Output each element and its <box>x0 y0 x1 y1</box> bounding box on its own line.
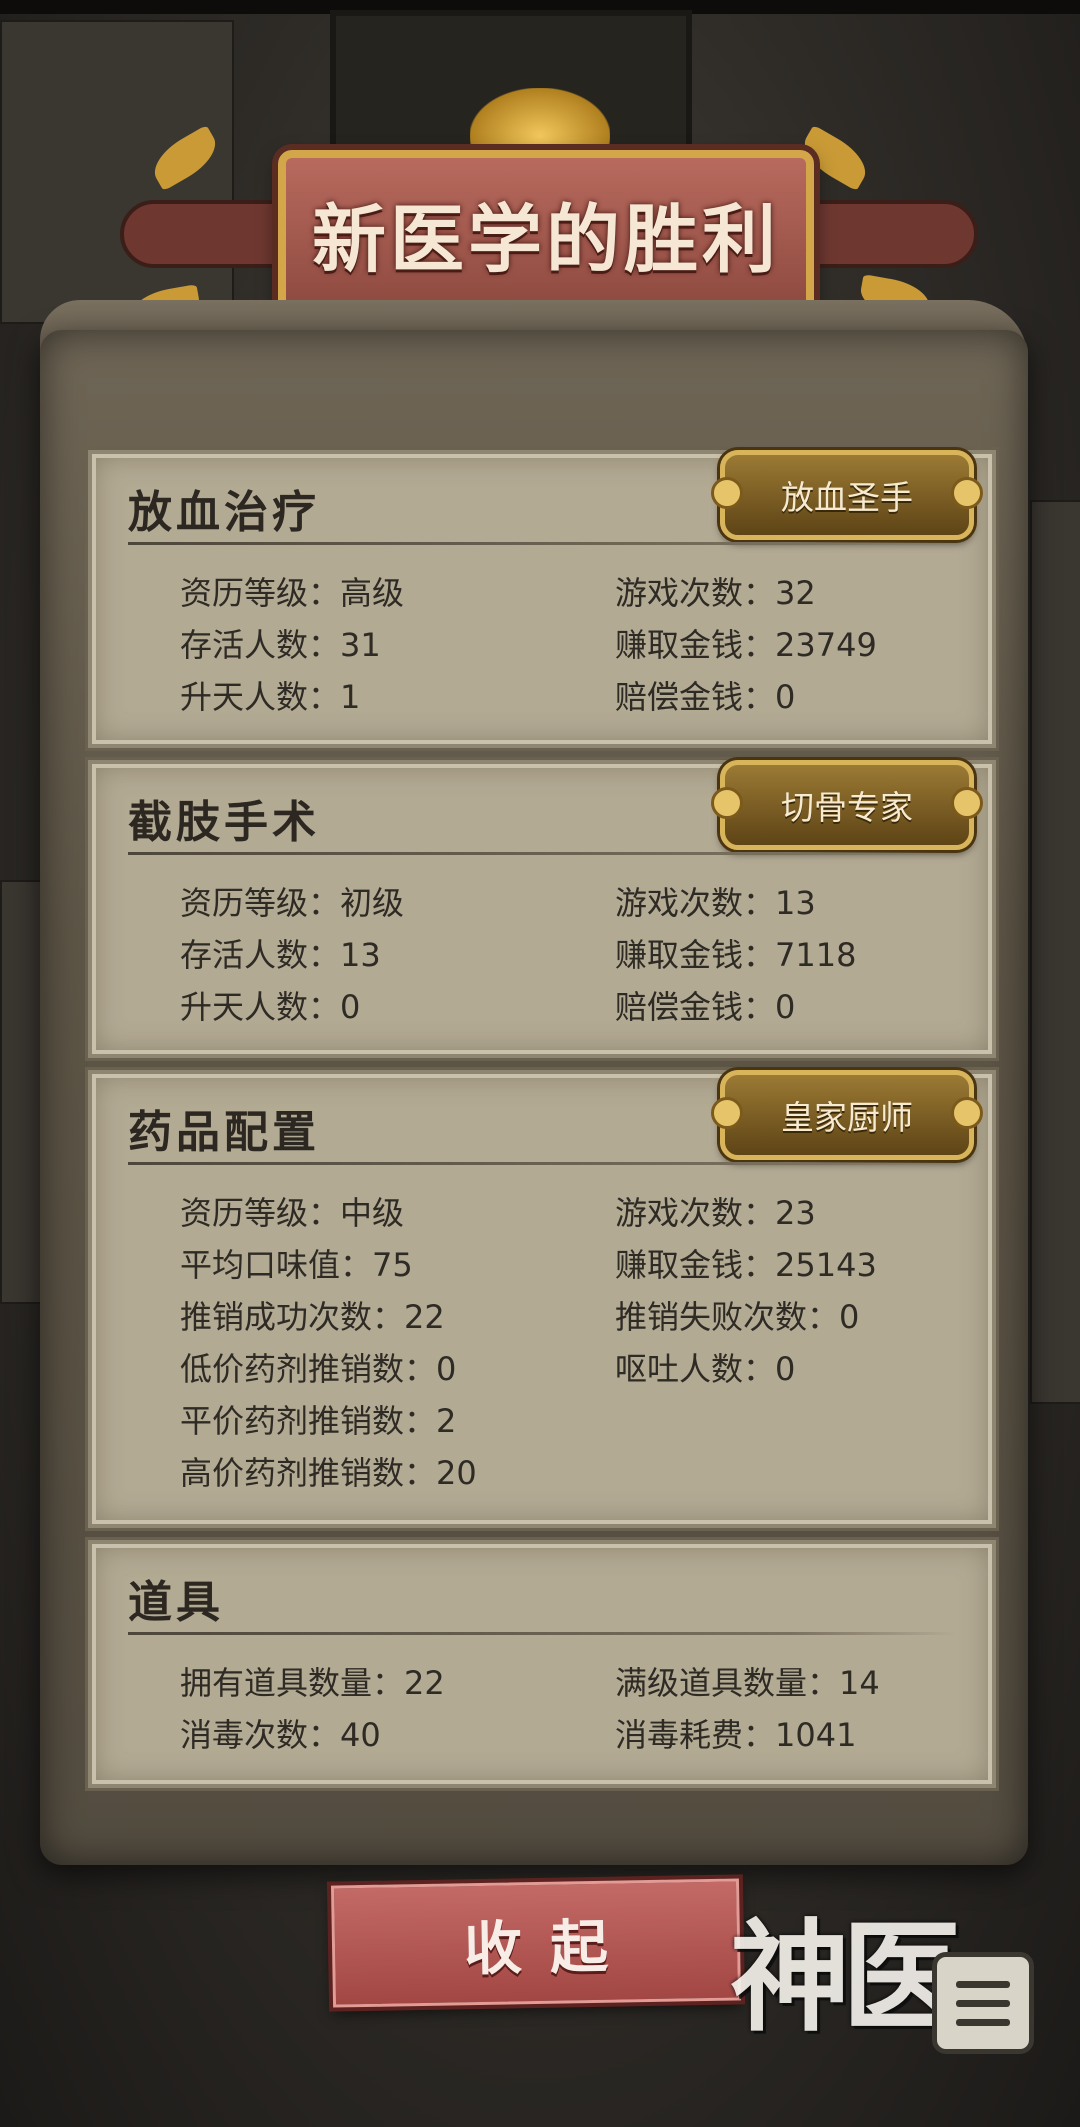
stat-item: 赚取金钱：25143 <box>615 1246 877 1284</box>
collapse-label: 收起 <box>463 1912 637 1984</box>
collapse-button[interactable]: 收起 <box>330 1878 742 2008</box>
stat-item: 推销成功次数：22 <box>180 1298 445 1336</box>
section-amputation: 截肢手术 切骨专家 资历等级：初级 存活人数：13 升天人数：0 游戏次数：13… <box>88 760 996 1058</box>
stat-item: 消毒耗费：1041 <box>615 1716 857 1754</box>
stat-item: 游戏次数：23 <box>615 1194 816 1232</box>
stat-item: 满级道具数量：14 <box>615 1664 880 1702</box>
stat-item: 资历等级：高级 <box>180 574 405 612</box>
stat-item: 平均口味值：75 <box>180 1246 413 1284</box>
section-items: 道具 拥有道具数量：22 消毒次数：40 满级道具数量：14 消毒耗费：1041 <box>88 1540 996 1788</box>
stat-item: 升天人数：1 <box>180 678 361 716</box>
crown-crest-icon <box>470 88 610 148</box>
page-title: 新医学的胜利 <box>312 196 780 283</box>
title-banner: 新医学的胜利 <box>278 150 814 316</box>
section-title: 截肢手术 <box>128 797 320 848</box>
bottle-shelf <box>0 880 44 1304</box>
title-badge: 放血圣手 <box>711 450 983 540</box>
stat-item: 资历等级：初级 <box>180 884 405 922</box>
stat-item: 呕吐人数：0 <box>615 1350 796 1388</box>
badge-label: 皇家厨师 <box>781 1098 913 1137</box>
stat-item: 资历等级：中级 <box>180 1194 405 1232</box>
bookshelf <box>0 20 234 324</box>
section-divider <box>128 1162 956 1165</box>
title-badge: 切骨专家 <box>711 760 983 850</box>
section-bloodletting: 放血治疗 放血圣手 资历等级：高级 存活人数：31 升天人数：1 游戏次数：32… <box>88 450 996 748</box>
stat-item: 升天人数：0 <box>180 988 361 1026</box>
section-divider <box>128 542 956 545</box>
stat-item: 拥有道具数量：22 <box>180 1664 445 1702</box>
stat-item: 游戏次数：13 <box>615 884 816 922</box>
right-wall <box>1030 500 1080 1404</box>
stat-item: 赚取金钱：23749 <box>615 626 877 664</box>
section-divider <box>128 852 956 855</box>
stat-item: 平价药剂推销数：2 <box>180 1402 457 1440</box>
menu-line <box>956 1999 1010 2007</box>
stat-item: 赔偿金钱：0 <box>615 988 796 1026</box>
badge-label: 切骨专家 <box>781 788 913 827</box>
stat-item: 赚取金钱：7118 <box>615 936 857 974</box>
stat-item: 推销失败次数：0 <box>615 1298 860 1336</box>
title-badge: 皇家厨师 <box>711 1070 983 1160</box>
badge-label: 放血圣手 <box>781 478 913 517</box>
menu-line <box>956 2018 1010 2026</box>
menu-list-icon[interactable] <box>932 1952 1034 2054</box>
section-medicine: 药品配置 皇家厨师 资历等级：中级 平均口味值：75 推销成功次数：22 低价药… <box>88 1070 996 1528</box>
stat-item: 存活人数：13 <box>180 936 381 974</box>
section-divider <box>128 1632 956 1635</box>
stat-item: 消毒次数：40 <box>180 1716 381 1754</box>
stat-item: 低价药剂推销数：0 <box>180 1350 457 1388</box>
section-title: 道具 <box>128 1577 224 1628</box>
section-title: 药品配置 <box>128 1107 320 1158</box>
section-title: 放血治疗 <box>128 487 320 538</box>
stat-item: 游戏次数：32 <box>615 574 816 612</box>
stat-item: 存活人数：31 <box>180 626 381 664</box>
stat-item: 高价药剂推销数：20 <box>180 1454 477 1492</box>
menu-line <box>956 1980 1010 1988</box>
stat-item: 赔偿金钱：0 <box>615 678 796 716</box>
